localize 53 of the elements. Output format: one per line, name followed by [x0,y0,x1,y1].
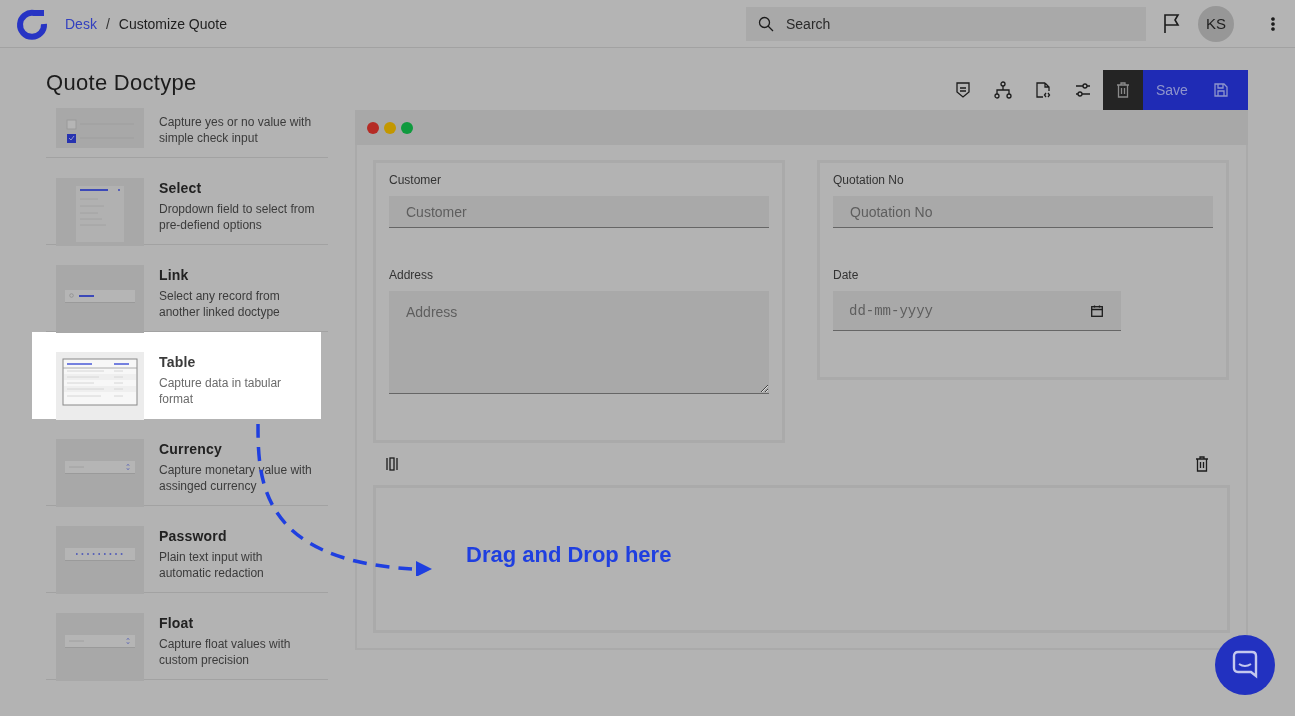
sliders-icon [1074,81,1092,99]
search-field[interactable]: Search [746,6,1146,41]
chat-icon [1230,650,1260,680]
field-type-title: Currency [159,441,224,457]
field-type-item[interactable]: Password Plain text input with automatic redaction [46,506,328,593]
field-type-item[interactable]: Float Capture float values with custom precision [46,593,328,680]
field-type-title: Select [159,180,203,196]
search-icon [758,15,774,32]
logo-icon[interactable] [14,7,48,40]
field-label: Address [389,268,435,282]
trash-icon[interactable] [1195,456,1209,472]
calendar-icon [1091,305,1103,317]
page-title: Quote Doctype [46,70,197,96]
field-label: Quotation No [833,173,905,187]
hierarchy-icon [994,81,1012,99]
date-field[interactable]: dd-mm-yyyy [833,291,1121,331]
columns-icon[interactable] [386,457,398,471]
field-type-title: Link [159,267,190,283]
text-field[interactable]: Quotation No [833,196,1213,228]
save-icon [1214,83,1228,97]
trash-icon [1116,82,1130,98]
flag-icon[interactable] [1163,13,1181,34]
field-type-title: Table [159,354,197,370]
drop-hint: Drag and Drop here [466,542,672,568]
field-type-description: Select any record from another linked doctype [159,288,281,320]
field-type-description: Capture float values with custom precision [159,636,292,668]
field-type-description: Plain text input with automatic redaction [159,549,265,581]
user-avatar[interactable]: KS [1198,5,1234,42]
address-field[interactable]: Address [389,291,769,394]
breadcrumb-separator: / [105,15,110,32]
close-dot[interactable] [367,121,379,134]
chat-button[interactable] [1215,635,1275,695]
field-label: Date [833,268,860,282]
save-button[interactable]: Save [1143,70,1248,110]
highlighted-field-type[interactable]: Table Capture data in tabular format [32,332,321,419]
field-type-title: Password [159,528,228,544]
delete-button[interactable] [1103,70,1143,110]
text-field[interactable]: Customer [389,196,769,228]
field-type-description: Capture data in tabular format [159,375,283,407]
field-type-description: Dropdown field to select from pre-defiend options [159,201,316,233]
field-type-item[interactable]: Select Dropdown field to select from pre-defiend options [46,158,328,245]
shield-icon [954,81,972,99]
maximize-dot[interactable] [401,121,413,134]
breadcrumb-link[interactable]: Desk [65,15,97,32]
field-label: Customer [389,173,442,187]
code-file-icon [1034,81,1052,99]
field-type-item[interactable]: Capture yes or no value with simple check input [46,108,328,158]
more-options-icon[interactable] [1271,16,1275,31]
field-type-item[interactable]: Link Select any record from another linked doctype [46,245,328,332]
field-type-title: Float [159,615,195,631]
field-type-description: Capture yes or no value with simple check input [159,114,313,146]
minimize-dot[interactable] [384,121,396,134]
breadcrumb-current: Customize Quote [118,15,227,32]
